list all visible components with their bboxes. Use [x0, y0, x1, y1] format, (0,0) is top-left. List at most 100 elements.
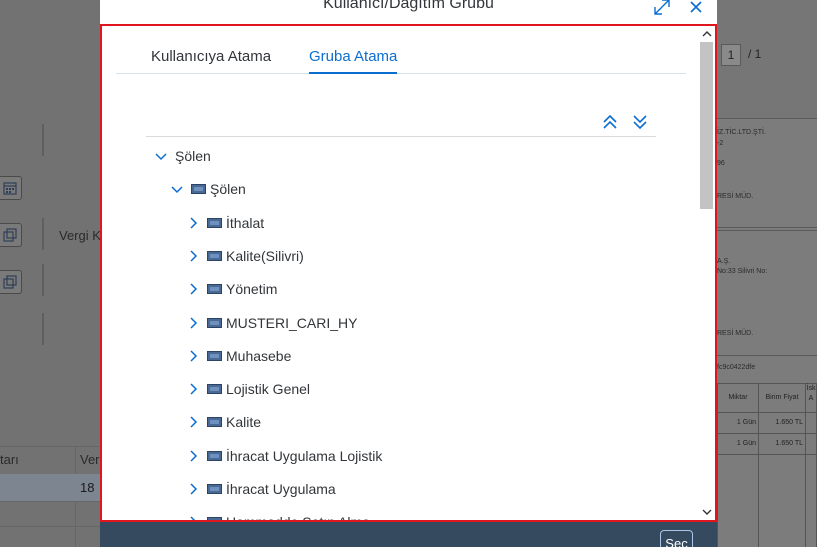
tree-node-label: Şölen: [210, 181, 246, 197]
tree-node-label: Kalite(Silivri): [226, 248, 304, 264]
tree-node[interactable]: Şölen: [146, 139, 656, 172]
org-unit-icon: [207, 417, 222, 427]
scrollbar-thumb[interactable]: [700, 42, 713, 209]
tree-node-label: İthalat: [226, 215, 265, 231]
tree-node-label: Muhasebe: [226, 348, 292, 364]
tree-node-label: Hammadde Satın Alma: [226, 514, 370, 522]
dialog-footer: Seç: [100, 522, 717, 547]
org-unit-icon: [207, 351, 222, 361]
doc-text: RESİ MÜD.: [717, 193, 754, 200]
tree-node-label: Şölen: [175, 148, 211, 164]
fullscreen-icon[interactable]: [651, 0, 673, 18]
page-number-input: 1: [721, 44, 741, 66]
divider: [42, 264, 44, 296]
doc-text: No:33 Silivri No:: [717, 268, 768, 275]
assign-group-dialog: Kullanıcı/Dağıtım Grubu Kullanıcıya Atam…: [100, 0, 717, 547]
doc-rule: [717, 227, 817, 228]
tab-assign-to-group[interactable]: Gruba Atama: [309, 48, 398, 74]
doc-cell: 1.650 TL: [758, 433, 806, 455]
value-help-icon: [0, 223, 22, 247]
tab-assign-to-user[interactable]: Kullanıcıya Atama: [151, 48, 271, 74]
doc-text: İZ.TİC.LTD.ŞTİ.: [717, 129, 766, 136]
tree-node[interactable]: Lojistik Genel: [146, 372, 656, 405]
tab-bar: Kullanıcıya Atama Gruba Atama: [116, 40, 686, 74]
doc-cell: 1 Gün: [717, 433, 759, 455]
org-unit-icon: [207, 218, 222, 228]
tree-node[interactable]: Şölen: [146, 172, 656, 205]
dialog-content: Kullanıcıya Atama Gruba Atama Şölen Şölen…: [100, 24, 717, 522]
row-line: [0, 526, 100, 527]
dialog-title: Kullanıcı/Dağıtım Grubu: [323, 0, 494, 12]
tree-node-label: İhracat Uygulama: [226, 481, 336, 497]
org-unit-icon: [207, 251, 222, 261]
chevron-down-icon[interactable]: [154, 149, 168, 163]
doc-table-header: Miktar: [717, 383, 759, 413]
tree-node[interactable]: Muhasebe: [146, 339, 656, 372]
org-unit-icon: [207, 484, 222, 494]
tree-toolbar: [146, 106, 656, 137]
doc-cell: [805, 412, 817, 434]
doc-rule: [717, 355, 817, 356]
doc-table-header: İsk A: [805, 383, 817, 413]
divider: [42, 218, 44, 250]
org-unit-icon: [207, 284, 222, 294]
select-button[interactable]: Seç: [660, 530, 693, 547]
chevron-right-icon[interactable]: [186, 515, 200, 522]
doc-text: fc9c0422dfe: [717, 364, 756, 371]
org-unit-icon: [207, 318, 222, 328]
pager: 1 / 1: [717, 42, 817, 68]
tree-node[interactable]: MUSTERI_CARI_HY: [146, 306, 656, 339]
doc-cell: [805, 433, 817, 455]
table-header-line: [0, 446, 100, 447]
doc-text: -2: [717, 140, 724, 147]
doc-table-header: Birim Fiyat: [758, 383, 806, 413]
chevron-right-icon[interactable]: [186, 382, 200, 396]
divider: [42, 313, 44, 345]
tree-node-label: İhracat Uygulama Lojistik: [226, 448, 383, 464]
tree-node[interactable]: İhracat Uygulama: [146, 472, 656, 505]
org-unit-icon: [191, 184, 206, 194]
vertical-scrollbar[interactable]: [699, 26, 715, 520]
tree-node[interactable]: İhracat Uygulama Lojistik: [146, 439, 656, 472]
chevron-right-icon[interactable]: [186, 216, 200, 230]
page-total: / 1: [748, 47, 762, 61]
field-label: Vergi K: [59, 228, 101, 243]
background-right-panel: 1 / 1 İZ.TİC.LTD.ŞTİ. -2 96 RESİ MÜD. A.…: [717, 0, 817, 547]
chevron-down-icon[interactable]: [170, 182, 184, 196]
close-icon[interactable]: [685, 0, 707, 18]
tree-node[interactable]: İthalat: [146, 206, 656, 239]
collapse-all-icon[interactable]: [599, 111, 621, 133]
doc-cell: 1.650 TL: [758, 412, 806, 434]
chevron-right-icon[interactable]: [186, 249, 200, 263]
doc-text: RESİ MÜD.: [717, 330, 754, 337]
dialog-header: Kullanıcı/Dağıtım Grubu: [100, 0, 717, 24]
doc-cell: [805, 454, 817, 547]
chevron-right-icon[interactable]: [186, 316, 200, 330]
doc-rule: [717, 230, 817, 231]
pdf-preview: İZ.TİC.LTD.ŞTİ. -2 96 RESİ MÜD. A.Ş. No:…: [717, 118, 817, 547]
tree-node[interactable]: Kalite(Silivri): [146, 239, 656, 272]
chevron-right-icon[interactable]: [186, 449, 200, 463]
table-header: tarı: [0, 452, 19, 467]
org-unit-icon: [207, 384, 222, 394]
background-left-panel: Vergi K tarı Ver 18: [0, 0, 101, 547]
scroll-up-icon[interactable]: [700, 27, 714, 41]
chevron-right-icon[interactable]: [186, 282, 200, 296]
tree-node-label: MUSTERI_CARI_HY: [226, 315, 358, 331]
doc-text: A.Ş.: [717, 258, 731, 265]
tree-node[interactable]: Hammadde Satın Alma: [146, 505, 656, 522]
table-header: Ver: [80, 452, 100, 467]
expand-all-icon[interactable]: [629, 111, 651, 133]
tree-node-label: Kalite: [226, 414, 262, 430]
value-help-icon: [0, 270, 22, 294]
tree-node-label: Yönetim: [226, 281, 278, 297]
chevron-right-icon[interactable]: [186, 415, 200, 429]
scroll-down-icon[interactable]: [700, 505, 714, 519]
chevron-right-icon[interactable]: [186, 349, 200, 363]
chevron-right-icon[interactable]: [186, 482, 200, 496]
divider: [42, 124, 44, 156]
tree-node[interactable]: Kalite: [146, 405, 656, 438]
tree-node[interactable]: Yönetim: [146, 272, 656, 305]
doc-cell: 1 Gün: [717, 412, 759, 434]
tree-node-label: Lojistik Genel: [226, 381, 311, 397]
